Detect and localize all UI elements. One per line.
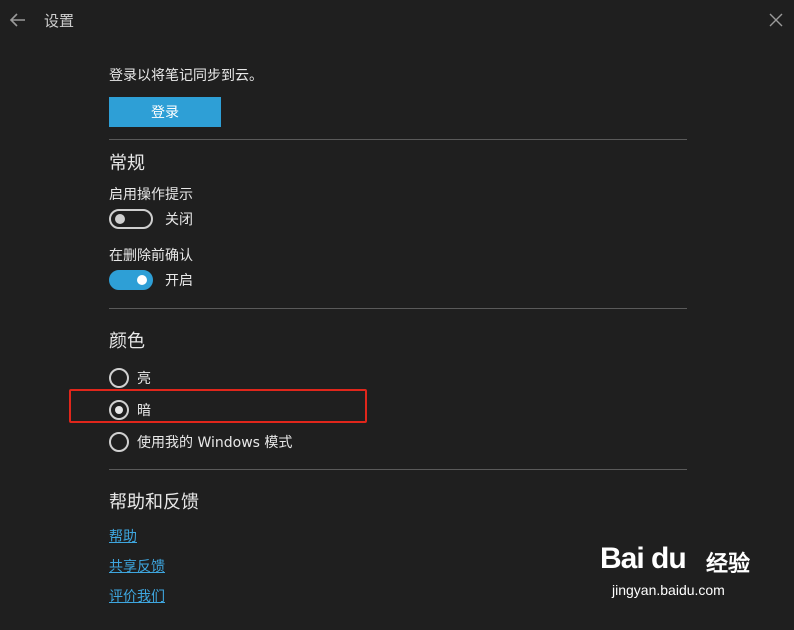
toggle-knob: [137, 275, 147, 285]
radio-button[interactable]: [109, 368, 129, 388]
arrow-left-icon: [9, 13, 25, 27]
radio-dark[interactable]: 暗: [109, 399, 151, 421]
radio-light[interactable]: 亮: [109, 367, 151, 389]
radio-label-light: 亮: [137, 371, 151, 387]
back-button[interactable]: [8, 10, 28, 30]
confirm-toggle[interactable]: [109, 270, 153, 290]
signin-button[interactable]: 登录: [109, 97, 221, 127]
watermark-brand: Bai du: [600, 542, 687, 575]
divider: [109, 469, 687, 470]
toggle-knob: [115, 214, 125, 224]
divider: [109, 139, 687, 140]
close-button[interactable]: [766, 10, 786, 30]
section-title-help: 帮助和反馈: [109, 492, 199, 513]
window-title: 设置: [44, 12, 75, 30]
section-title-color: 颜色: [109, 331, 145, 352]
tips-toggle-state: 关闭: [165, 212, 193, 228]
radio-windows-mode[interactable]: 使用我的 Windows 模式: [109, 431, 292, 453]
confirm-toggle-row: 开启: [109, 269, 193, 291]
confirm-toggle-state: 开启: [165, 273, 193, 289]
section-title-general: 常规: [109, 153, 145, 174]
radio-button-selected[interactable]: [109, 400, 129, 420]
watermark-suffix: 经验: [706, 552, 751, 577]
tips-toggle[interactable]: [109, 209, 153, 229]
watermark-url: jingyan.baidu.com: [612, 582, 725, 598]
link-rate-us[interactable]: 评价我们: [109, 586, 165, 606]
title-bar: 设置: [0, 0, 794, 40]
settings-window: 设置 登录以将笔记同步到云。 登录 常规 启用操作提示 关闭 在删除前确认 开启…: [0, 0, 794, 630]
radio-button[interactable]: [109, 432, 129, 452]
link-help[interactable]: 帮助: [109, 526, 137, 546]
tips-setting-label: 启用操作提示: [109, 187, 193, 203]
confirm-setting-label: 在删除前确认: [109, 248, 193, 264]
signin-prompt: 登录以将笔记同步到云。: [109, 68, 263, 84]
link-share-feedback[interactable]: 共享反馈: [109, 556, 165, 576]
tips-toggle-row: 关闭: [109, 208, 193, 230]
close-icon: [769, 13, 783, 27]
radio-label-dark: 暗: [137, 403, 151, 419]
baidu-watermark: Bai du 经验 jingyan.baidu.com: [600, 542, 750, 612]
divider: [109, 308, 687, 309]
radio-label-windows-mode: 使用我的 Windows 模式: [137, 435, 293, 451]
